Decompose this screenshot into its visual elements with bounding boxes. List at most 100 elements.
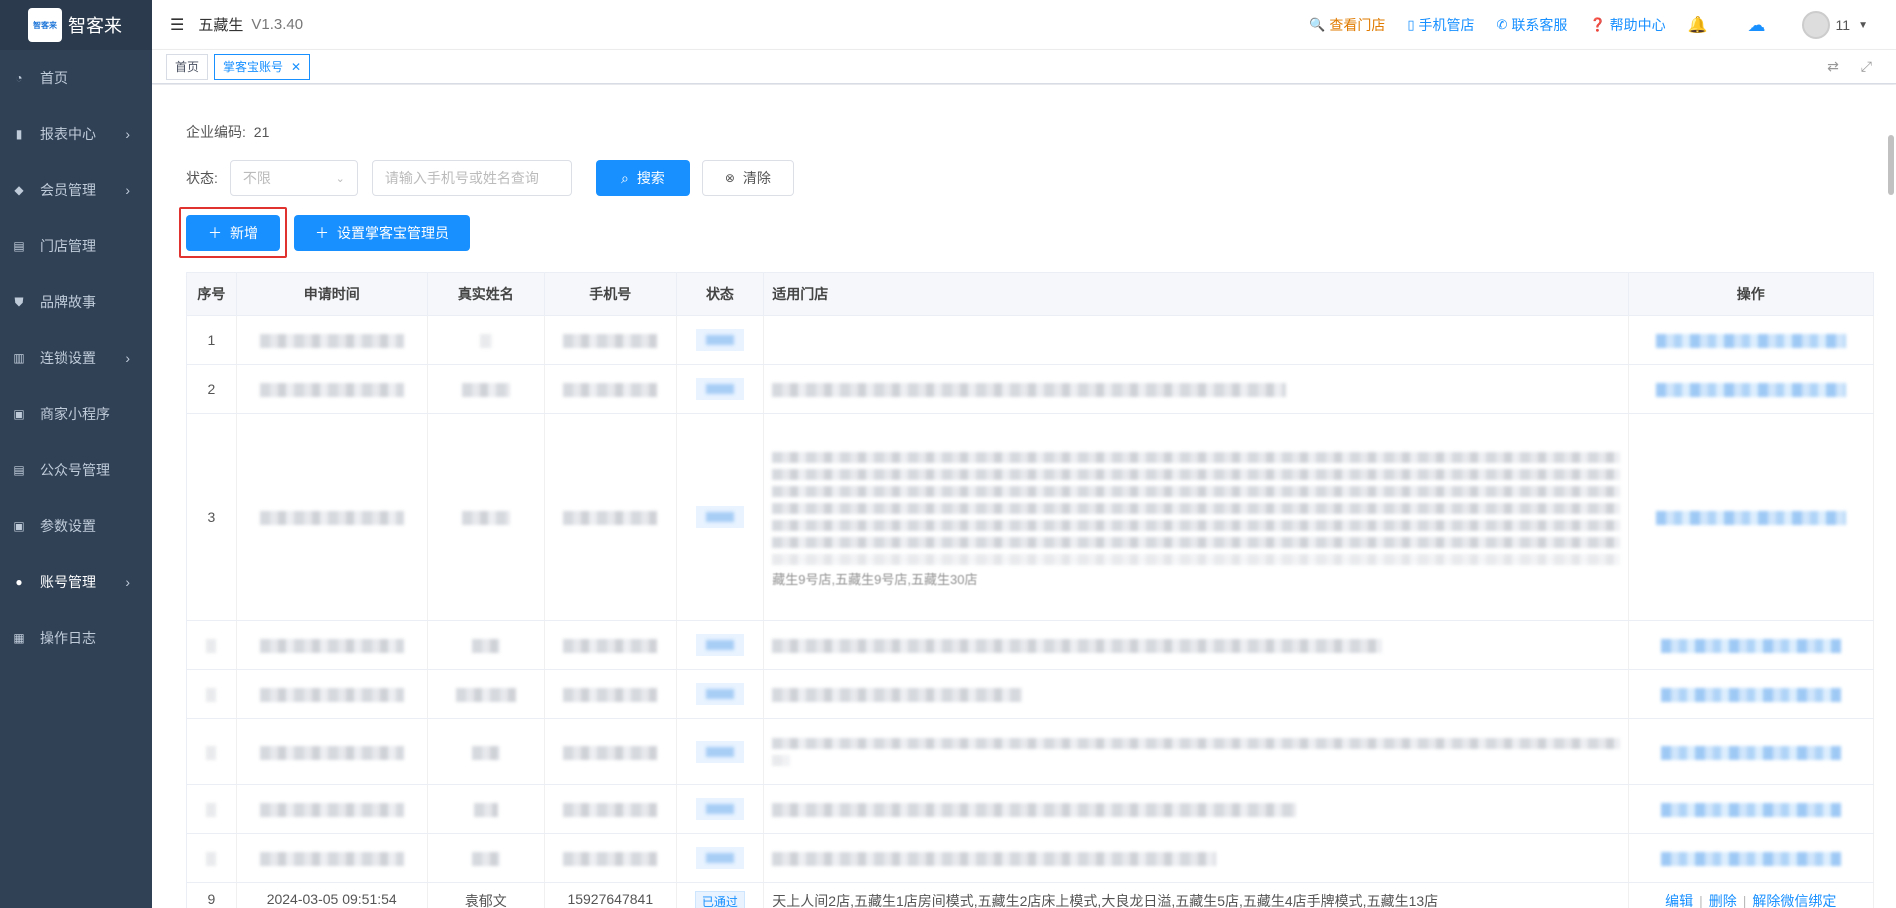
fullscreen-icon[interactable]: ⤢ — [1861, 58, 1872, 75]
accounts-table: 序号 申请时间 真实姓名 手机号 状态 适用门店 操作 1 2 3 藏生9号店,… — [186, 272, 1875, 908]
redacted-time — [236, 669, 428, 719]
column-header: 真实姓名 — [426, 272, 546, 316]
sidebar-item[interactable]: ▦ 操作日志 — [0, 610, 152, 666]
sidebar-item[interactable]: ◔ 首页 — [0, 50, 152, 106]
folder-icon: ▥ — [13, 351, 25, 365]
dashboard-icon: ◔ — [15, 71, 23, 85]
status-badge — [676, 620, 765, 670]
search-button[interactable]: ⌕ 搜索 — [595, 160, 690, 196]
cloud-icon[interactable]: ☁ — [1748, 15, 1766, 36]
row-ops[interactable] — [1628, 669, 1875, 719]
unbind-wechat-link[interactable]: 解除微信绑定 — [1752, 893, 1836, 908]
sidebar-item[interactable]: ▥ 连锁设置 › — [0, 330, 152, 386]
help-center-link[interactable]: ❓ 帮助中心 — [1589, 15, 1665, 35]
plus-icon: ＋ — [315, 225, 329, 241]
sidebar-item[interactable]: ▮ 报表中心 › — [0, 106, 152, 162]
chevron-right-icon: › — [125, 182, 130, 198]
briefcase-icon: ▣ — [13, 519, 25, 533]
status-select[interactable]: 不限 ⌄ — [229, 160, 358, 196]
chevron-down-icon: ⌄ — [335, 172, 345, 185]
sidebar-item-label: 首页 — [40, 70, 68, 86]
document-icon: ▦ — [13, 631, 25, 645]
set-admin-button[interactable]: ＋设置掌客宝管理员 — [294, 215, 470, 251]
row-index — [186, 833, 237, 883]
scrollbar[interactable] — [1888, 135, 1894, 195]
status-badge — [676, 669, 765, 719]
main-content: 企业编码: 21 状态: 不限 ⌄ 请输入手机号或姓名查询 ⌕ 搜索 ⊗ 清除 ＋新… — [152, 85, 1896, 908]
sidebar-item-label: 公众号管理 — [40, 462, 110, 478]
tab-current[interactable]: 掌客宝账号 ✕ — [214, 54, 311, 80]
real-name: 袁郁文 — [427, 882, 546, 908]
view-store-link[interactable]: 🔍 查看门店 — [1309, 15, 1385, 35]
sidebar-item-label: 连锁设置 — [40, 350, 96, 366]
delete-link[interactable]: 删除 — [1709, 893, 1737, 908]
caret-down-icon[interactable]: ▼ — [1858, 20, 1868, 31]
sidebar-item[interactable]: ▤ 公众号管理 — [0, 442, 152, 498]
status-label: 状态: — [186, 170, 218, 186]
sidebar-item[interactable]: ▣ 商家小程序 — [0, 386, 152, 442]
redacted-phone — [544, 833, 677, 883]
bar-chart-icon: ▮ — [15, 127, 23, 141]
tab-home[interactable]: 首页 — [166, 54, 209, 80]
row-ops[interactable] — [1628, 413, 1875, 621]
redacted-name — [427, 833, 546, 883]
search-input[interactable]: 请输入手机号或姓名查询 — [371, 160, 572, 196]
menu-toggle-icon[interactable]: ☰ — [170, 15, 184, 35]
close-icon[interactable]: ✕ — [291, 60, 301, 74]
row-ops[interactable] — [1628, 620, 1875, 670]
row-ops[interactable] — [1628, 784, 1875, 834]
column-header: 手机号 — [544, 272, 677, 316]
redacted-name — [427, 718, 546, 785]
redacted-name — [427, 620, 546, 670]
row-ops[interactable] — [1628, 364, 1875, 414]
column-header[interactable]: 申请时间 — [235, 272, 428, 316]
mobile-phone-icon: ▯ — [1407, 17, 1415, 32]
phone-number: 15927647841 — [544, 882, 677, 908]
row-index: 1 — [186, 315, 237, 365]
logo-text: 智客来 — [68, 16, 122, 36]
status-badge — [676, 718, 765, 785]
redacted-time — [236, 413, 428, 621]
redacted-phone — [544, 620, 677, 670]
sidebar-item[interactable]: ▣ 参数设置 — [0, 498, 152, 554]
store-cell — [763, 364, 1629, 414]
status-badge — [676, 413, 765, 621]
column-header: 适用门店 — [763, 272, 1629, 316]
mobile-store-link[interactable]: ▯ 手机管店 — [1407, 15, 1474, 35]
status-badge — [676, 833, 765, 883]
sidebar-item-label: 门店管理 — [40, 238, 96, 254]
table-row — [186, 669, 1875, 719]
row-ops[interactable] — [1628, 718, 1875, 785]
redacted-phone — [544, 784, 677, 834]
sidebar-item[interactable]: ● 账号管理 › — [0, 554, 152, 610]
avatar[interactable] — [1801, 11, 1830, 39]
clear-button[interactable]: ⊗ 清除 — [701, 160, 794, 196]
add-button[interactable]: ＋新增 — [186, 215, 280, 251]
store-cell — [763, 718, 1629, 785]
refresh-icon[interactable]: ⇄ — [1827, 58, 1839, 75]
status-badge — [676, 364, 765, 414]
sidebar-item[interactable]: ▤ 门店管理 — [0, 218, 152, 274]
bell-icon[interactable]: 🔔 — [1688, 15, 1708, 35]
store-cell: 藏生9号店,五藏生9号店,五藏生30店 — [763, 413, 1629, 621]
row-index: 2 — [186, 364, 237, 414]
table-row — [186, 718, 1875, 785]
table-row: 3 藏生9号店,五藏生9号店,五藏生30店 — [186, 413, 1875, 621]
row-ops[interactable] — [1628, 833, 1875, 883]
table-row: 1 — [186, 315, 1875, 365]
app-name: 五藏生 — [198, 17, 244, 34]
logo[interactable]: 智客来 智客来 — [0, 0, 152, 50]
contact-link[interactable]: ✆ 联系客服 — [1497, 15, 1568, 35]
user-name[interactable]: 11 — [1836, 17, 1851, 33]
store-cell — [763, 620, 1629, 670]
sidebar-item-label: 报表中心 — [40, 126, 96, 142]
chevron-right-icon: › — [125, 126, 130, 142]
tags-view: 首页 掌客宝账号 ✕ ⇄ ⤢ — [152, 50, 1896, 84]
table-header-row: 序号 申请时间 真实姓名 手机号 状态 适用门店 操作 — [186, 272, 1875, 316]
row-ops[interactable] — [1628, 315, 1875, 365]
row-ops: 编辑 | 删除 | 解除微信绑定 — [1628, 882, 1875, 908]
edit-link[interactable]: 编辑 — [1665, 893, 1693, 908]
top-header: ☰ 五藏生 V1.3.40 🔍 查看门店 ▯ 手机管店 ✆ 联系客服 ❓ 帮助中心 🔔 … — [152, 0, 1896, 50]
sidebar-item[interactable]: ⛊ 品牌故事 — [0, 274, 152, 330]
sidebar-item[interactable]: ◆ 会员管理 › — [0, 162, 152, 218]
